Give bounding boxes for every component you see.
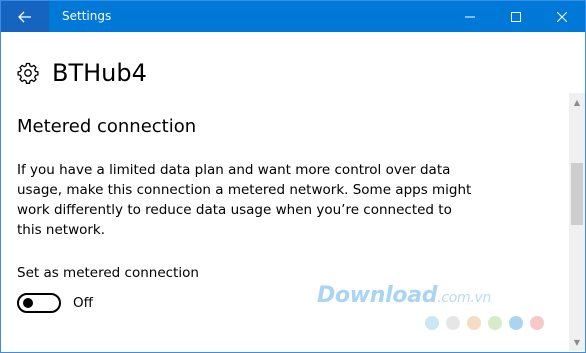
watermark-dots: [425, 316, 544, 330]
back-arrow-icon: [18, 11, 31, 22]
gear-icon: [17, 62, 39, 84]
title-bar: Settings: [1, 1, 585, 32]
page-header: BTHub4: [17, 57, 147, 89]
metered-toggle-label: Set as metered connection: [17, 265, 199, 281]
scroll-up-icon[interactable]: ▲: [569, 95, 585, 109]
watermark-brand: Download: [317, 283, 438, 308]
watermark-suffix: .com.vn: [437, 290, 492, 306]
settings-window: Settings BTHub4 Metered connection If yo…: [0, 0, 586, 353]
scroll-down-icon[interactable]: ▼: [569, 335, 585, 349]
watermark-dot: [446, 316, 460, 330]
maximize-icon: [511, 11, 521, 22]
section-title: Metered connection: [17, 116, 197, 137]
maximize-button[interactable]: [493, 1, 539, 32]
watermark-dot: [467, 316, 481, 330]
description-line: work differently to reduce data usage wh…: [17, 202, 452, 218]
watermark-dot: [530, 316, 544, 330]
description-line: this network.: [17, 222, 106, 238]
page-title: BTHub4: [52, 59, 147, 87]
description-line: If you have a limited data plan and want…: [17, 162, 451, 178]
watermark-dot: [488, 316, 502, 330]
back-button[interactable]: [1, 1, 49, 32]
watermark-dot: [509, 316, 523, 330]
watermark-dot: [425, 316, 439, 330]
metered-description: If you have a limited data plan and want…: [17, 160, 472, 240]
scroll-thumb[interactable]: [571, 163, 583, 225]
close-icon: [557, 11, 567, 22]
metered-connection-toggle[interactable]: [17, 293, 61, 313]
watermark-logo: Download.com.vn: [317, 283, 491, 311]
description-line: usage, make this connection a metered ne…: [17, 182, 472, 198]
toggle-state-text: Off: [73, 295, 93, 311]
toggle-knob: [23, 298, 33, 308]
minimize-icon: [465, 16, 475, 17]
minimize-button[interactable]: [447, 1, 493, 32]
window-title: Settings: [62, 9, 112, 23]
close-button[interactable]: [539, 1, 585, 32]
vertical-scrollbar[interactable]: ▲ ▼: [569, 93, 585, 351]
